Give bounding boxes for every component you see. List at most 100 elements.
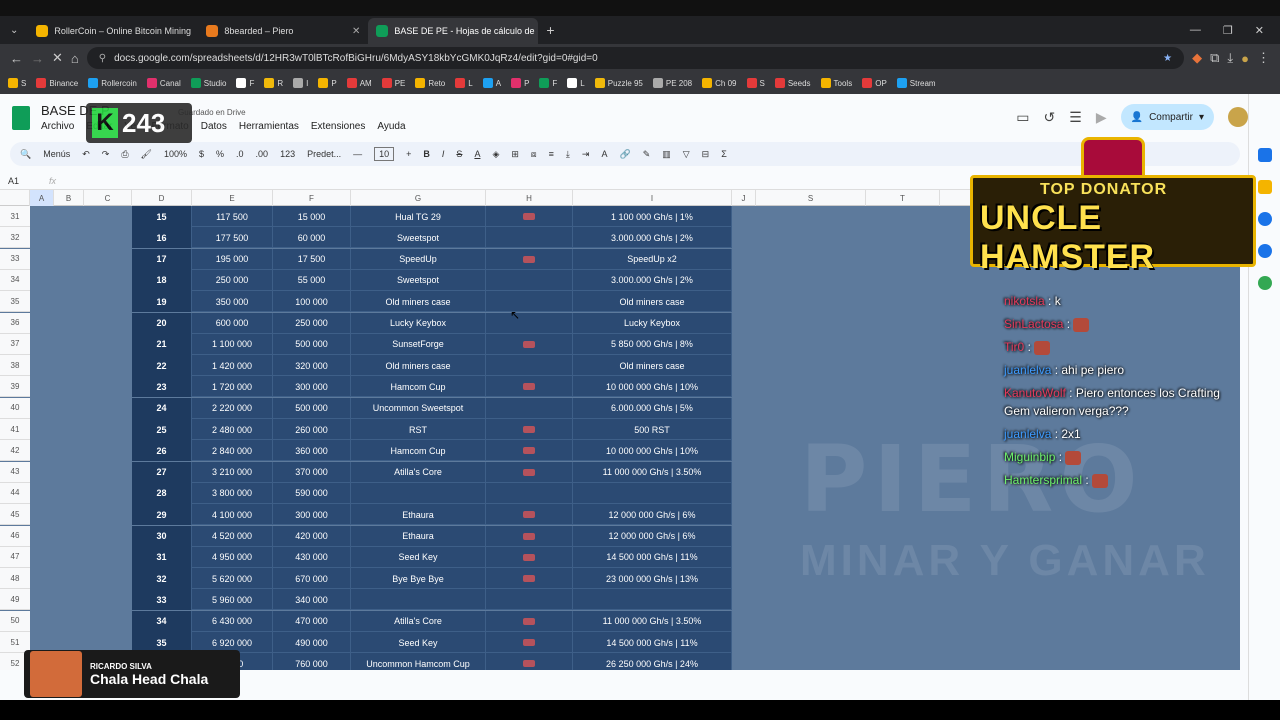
cell-g[interactable] xyxy=(351,482,486,504)
cell-g[interactable]: SpeedUp xyxy=(351,248,486,270)
cell-h[interactable] xyxy=(486,525,573,547)
column-header[interactable]: H xyxy=(486,190,573,206)
cell-i[interactable]: 14 500 000 Gh/s | 11% xyxy=(573,632,732,653)
cell-e[interactable]: 195 000 xyxy=(192,248,273,270)
row-header[interactable]: 41 xyxy=(0,419,30,440)
select-all-corner[interactable] xyxy=(0,190,30,206)
wrap-icon[interactable]: ⇥ xyxy=(582,149,590,160)
cell-h[interactable] xyxy=(486,291,573,313)
profile-icon[interactable]: ● xyxy=(1241,51,1249,66)
cell-d[interactable]: 31 xyxy=(132,546,192,568)
cell-g[interactable]: Hamcom Cup xyxy=(351,376,486,398)
column-header[interactable]: E xyxy=(192,190,273,206)
cell-i[interactable]: SpeedUp x2 xyxy=(573,248,732,270)
fill-color-icon[interactable]: ◈ xyxy=(492,149,499,160)
row-header[interactable]: 49 xyxy=(0,589,30,611)
rotate-icon[interactable]: A xyxy=(601,149,607,159)
cell-e[interactable]: 6 430 000 xyxy=(192,610,273,632)
contacts-icon[interactable] xyxy=(1257,244,1272,258)
bookmark-item[interactable]: OP xyxy=(862,78,887,88)
column-header[interactable]: A xyxy=(30,190,54,206)
cell-f[interactable]: 430 000 xyxy=(273,546,351,568)
cell-d[interactable]: 15 xyxy=(132,206,192,227)
cell-h[interactable] xyxy=(486,376,573,398)
cell-e[interactable]: 4 950 000 xyxy=(192,546,273,568)
cell-i[interactable]: 10 000 000 Gh/s | 10% xyxy=(573,440,732,462)
bookmark-item[interactable]: Puzzle 95 xyxy=(594,78,643,88)
new-tab-icon[interactable]: + xyxy=(538,22,562,38)
cell-h[interactable] xyxy=(486,248,573,270)
tab-rollercoin[interactable]: RollerCoin – Online Bitcoin Mining✕ xyxy=(28,18,198,44)
window-close-icon[interactable]: ✕ xyxy=(1255,24,1264,37)
cell-h[interactable] xyxy=(486,419,573,440)
cell-f[interactable]: 300 000 xyxy=(273,376,351,398)
bookmark-item[interactable]: S xyxy=(746,78,765,88)
tasks-icon[interactable] xyxy=(1257,212,1272,226)
bookmark-item[interactable]: AM xyxy=(346,78,372,88)
menu-item-5[interactable]: Herramientas xyxy=(239,121,299,132)
history-icon[interactable]: ↺ xyxy=(1044,109,1056,126)
row-header[interactable]: 45 xyxy=(0,504,30,526)
cell-h[interactable] xyxy=(486,440,573,462)
cell-i[interactable] xyxy=(573,482,732,504)
cell-g[interactable]: Seed Key xyxy=(351,632,486,653)
cell-f[interactable]: 760 000 xyxy=(273,653,351,670)
bookmark-star-icon[interactable]: ★ xyxy=(1163,53,1172,64)
borders-icon[interactable]: ⊞ xyxy=(511,149,519,160)
bookmark-item[interactable]: R xyxy=(264,78,283,88)
row-header[interactable]: 43 xyxy=(0,461,30,483)
extension-icon[interactable]: ◆ xyxy=(1192,50,1202,66)
cell-f[interactable]: 320 000 xyxy=(273,355,351,377)
cell-d[interactable]: 21 xyxy=(132,333,192,355)
row-header[interactable]: 35 xyxy=(0,291,30,313)
row-header[interactable]: 39 xyxy=(0,376,30,398)
tab-8bearded[interactable]: 8bearded – Piero ✕ xyxy=(198,18,368,44)
link-icon[interactable]: 🔗 xyxy=(619,149,630,160)
cell-f[interactable]: 55 000 xyxy=(273,269,351,291)
cell-f[interactable]: 420 000 xyxy=(273,525,351,547)
column-header[interactable]: T xyxy=(866,190,940,206)
cell-e[interactable]: 177 500 xyxy=(192,227,273,249)
menus-search[interactable]: Menús xyxy=(43,149,70,159)
cell-e[interactable]: 600 000 xyxy=(192,312,273,334)
bookmark-item[interactable]: Seeds xyxy=(774,78,811,88)
column-header[interactable]: G xyxy=(351,190,486,206)
comment-icon[interactable]: ✎ xyxy=(643,149,651,160)
sheets-logo-icon[interactable] xyxy=(12,106,30,130)
row-header[interactable]: 40 xyxy=(0,397,30,419)
cell-d[interactable]: 22 xyxy=(132,355,192,377)
cell-d[interactable]: 33 xyxy=(132,589,192,611)
undo-icon[interactable]: ↶ xyxy=(82,149,90,160)
row-header[interactable]: 38 xyxy=(0,355,30,377)
column-header[interactable]: D xyxy=(132,190,192,206)
home-icon[interactable]: ⌂ xyxy=(71,51,79,66)
cell-h[interactable] xyxy=(486,610,573,632)
site-info-icon[interactable]: ⚲ xyxy=(99,53,106,64)
cell-i[interactable]: 10 000 000 Gh/s | 10% xyxy=(573,376,732,398)
cell-i[interactable]: 26 250 000 Gh/s | 24% xyxy=(573,653,732,670)
font-select[interactable]: Predet... xyxy=(307,149,341,159)
cell-h[interactable] xyxy=(486,546,573,568)
cell-d[interactable]: 24 xyxy=(132,397,192,419)
present-icon[interactable]: ▭ xyxy=(1016,109,1029,126)
chart-icon[interactable]: ▥ xyxy=(662,149,671,160)
cell-f[interactable]: 360 000 xyxy=(273,440,351,462)
cell-i[interactable]: 6.000.000 Gh/s | 5% xyxy=(573,397,732,419)
bookmark-item[interactable]: P xyxy=(511,78,529,88)
cell-f[interactable]: 15 000 xyxy=(273,206,351,227)
bookmark-item[interactable]: S xyxy=(8,78,26,88)
cell-h[interactable] xyxy=(486,312,573,334)
cell-h[interactable] xyxy=(486,568,573,590)
share-button[interactable]: 👤 Compartir ▾ xyxy=(1120,104,1214,130)
cell-i[interactable]: 5 850 000 Gh/s | 8% xyxy=(573,333,732,355)
cell-i[interactable]: 12 000 000 Gh/s | 6% xyxy=(573,504,732,526)
cell-g[interactable]: Ethaura xyxy=(351,525,486,547)
bookmark-item[interactable]: P xyxy=(318,78,337,88)
cell-f[interactable]: 490 000 xyxy=(273,632,351,653)
cell-d[interactable]: 32 xyxy=(132,568,192,590)
bookmark-item[interactable]: Binance xyxy=(36,78,78,88)
column-header[interactable]: C xyxy=(84,190,132,206)
cell-h[interactable] xyxy=(486,333,573,355)
close-tab-icon[interactable]: ✕ xyxy=(352,26,360,37)
font-size-input[interactable]: 10 xyxy=(374,147,395,161)
